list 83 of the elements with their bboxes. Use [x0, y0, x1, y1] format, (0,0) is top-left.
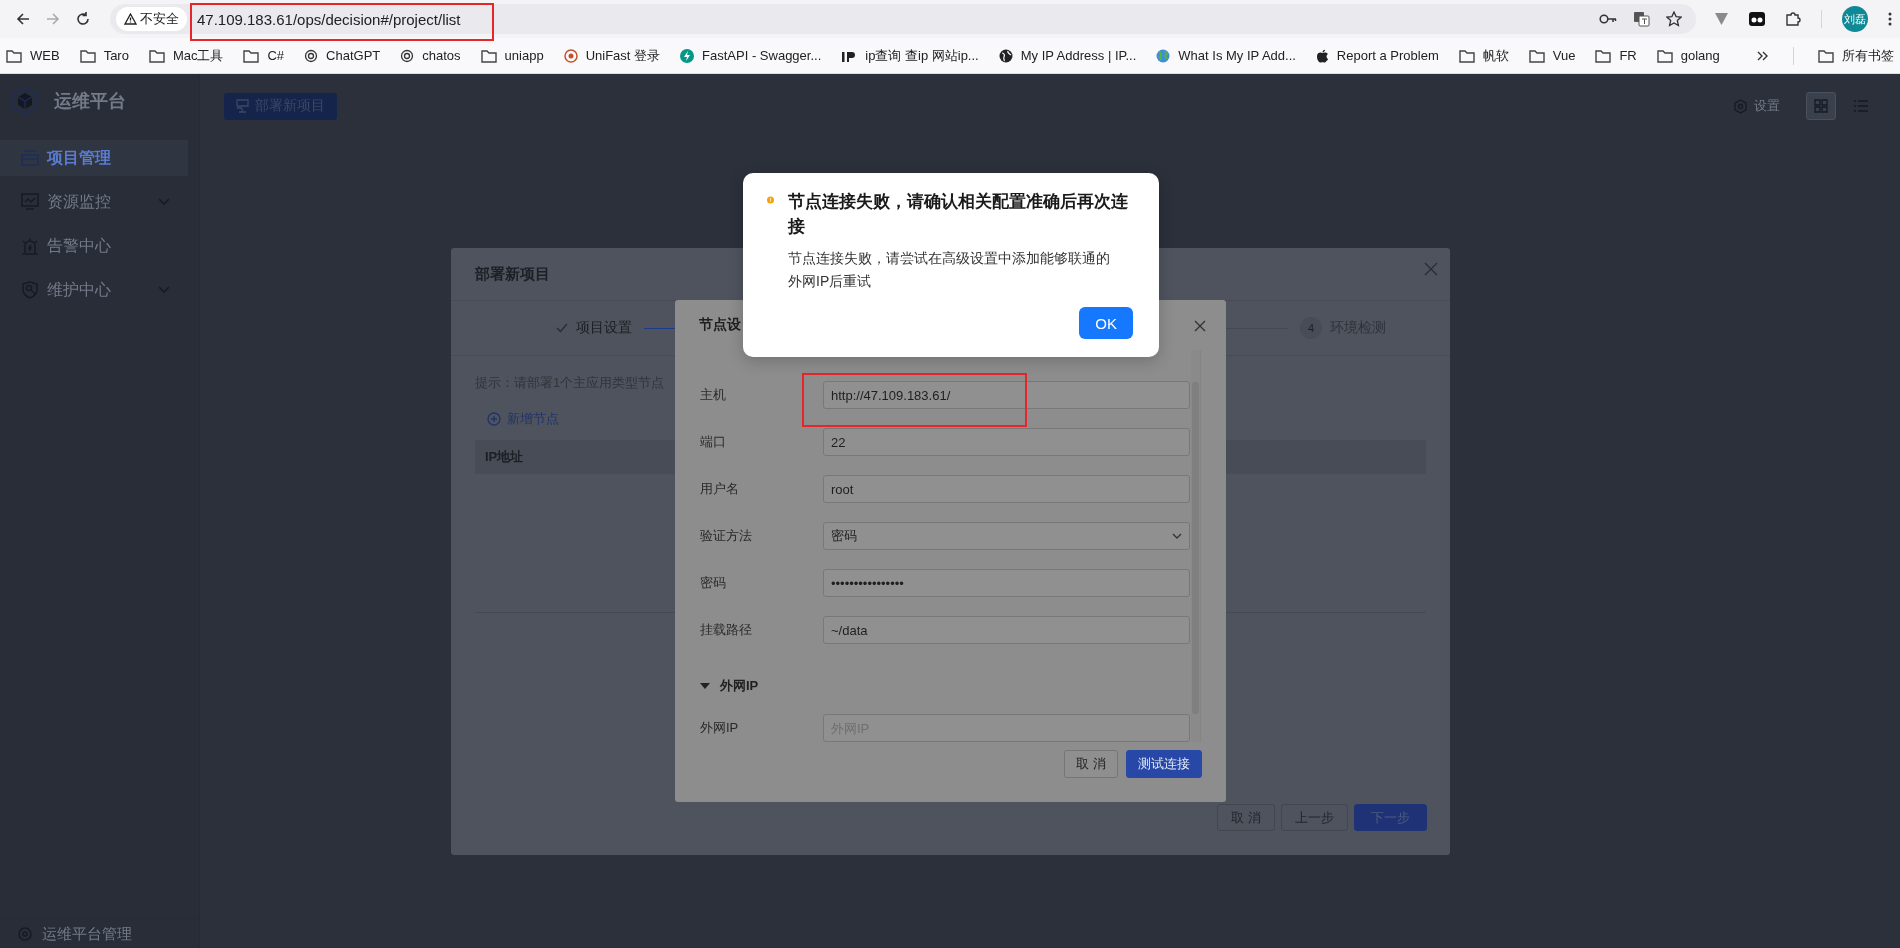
- alert-message: 节点连接失败，请尝试在高级设置中添加能够联通的外网IP后重试: [788, 249, 1111, 291]
- input-field[interactable]: root: [823, 475, 1190, 503]
- address-bar[interactable]: 不安全 47.109.183.61/ops/decision#/project/list: [109, 4, 1696, 34]
- menu-icon[interactable]: [1888, 12, 1892, 26]
- input-field[interactable]: ~/data: [823, 616, 1190, 644]
- field-label: 挂载路径: [700, 621, 753, 639]
- password-field[interactable]: ••••••••••••••••: [823, 569, 1190, 597]
- settings-icon: [1733, 98, 1748, 114]
- url-text: 47.109.183.61/ops/decision#/project/list: [196, 10, 461, 28]
- cancel-button[interactable]: 取 消: [1064, 750, 1118, 778]
- folder-icon: [148, 48, 165, 63]
- warning-icon: [123, 13, 137, 25]
- folder-icon: [79, 48, 96, 63]
- profile-avatar[interactable]: 刘磊: [1842, 6, 1868, 32]
- bookmark[interactable]: Taro: [79, 48, 129, 63]
- check-icon: [556, 323, 568, 333]
- bookmark[interactable]: golang: [1656, 48, 1720, 63]
- bookmark[interactable]: What Is My IP Add...: [1156, 48, 1296, 63]
- puzzle-icon[interactable]: [1785, 11, 1801, 27]
- bookmark[interactable]: ip查询 查ip 网站ip...: [841, 46, 979, 65]
- field-label: 验证方法: [700, 527, 753, 545]
- reload-icon[interactable]: [75, 12, 90, 26]
- key-icon[interactable]: [1599, 14, 1617, 24]
- field-label: 外网IP: [700, 719, 740, 737]
- dialog-title: 节点设: [699, 316, 741, 334]
- globe-icon: [1156, 48, 1171, 63]
- bookmark[interactable]: Mac工具: [148, 46, 224, 65]
- test-connection-button[interactable]: 测试连接: [1126, 750, 1202, 778]
- bookmark[interactable]: WEB: [6, 48, 60, 63]
- brand-name: 运维平台: [54, 90, 126, 113]
- extension-icon[interactable]: [1749, 12, 1765, 26]
- apple-icon: [1315, 48, 1329, 63]
- grid-icon: [1814, 99, 1828, 113]
- plus-circle-icon: [487, 412, 501, 426]
- field-label: 端口: [700, 433, 727, 451]
- chevron-logo-icon[interactable]: [1714, 12, 1729, 26]
- more-chevron-icon[interactable]: [1757, 50, 1769, 61]
- dialog-title: 部署新项目: [475, 264, 550, 284]
- field-label: 密码: [700, 574, 727, 592]
- bookmark[interactable]: 所有书签: [1818, 46, 1894, 65]
- logo-icon: [563, 48, 578, 63]
- field-label: 用户名: [700, 480, 740, 498]
- folder-icon: [1595, 48, 1612, 63]
- bookmark[interactable]: C#: [243, 48, 285, 63]
- ok-button[interactable]: OK: [1079, 307, 1133, 339]
- bookmark[interactable]: 帆软: [1458, 46, 1509, 65]
- section-toggle[interactable]: 外网IP: [700, 677, 1191, 695]
- close-icon[interactable]: [1194, 320, 1206, 332]
- input-field[interactable]: http://47.109.183.61/: [823, 381, 1190, 409]
- back-icon[interactable]: [16, 12, 30, 26]
- folder-icon: [1818, 48, 1834, 63]
- knot-icon: [400, 48, 415, 63]
- wrench-shield-icon: [21, 281, 39, 299]
- security-chip[interactable]: 不安全: [115, 7, 187, 31]
- translate-icon[interactable]: [1633, 11, 1650, 27]
- bookmark[interactable]: My IP Address | IP...: [998, 48, 1137, 63]
- bolt-icon: [680, 48, 695, 63]
- select-field[interactable]: 密码: [823, 522, 1190, 550]
- cube-logo-icon: [12, 87, 38, 115]
- bookmark[interactable]: UniFast 登录: [563, 46, 661, 65]
- view-toggle[interactable]: [1806, 92, 1836, 120]
- folder-icon: [1528, 48, 1545, 63]
- folder-icon: [243, 48, 260, 63]
- star-icon[interactable]: [1666, 11, 1682, 27]
- chevron-down-icon: [1172, 533, 1182, 539]
- folder-icon: [480, 48, 497, 63]
- folder-icon: [1458, 48, 1475, 63]
- bookmark[interactable]: ChatGPT: [304, 48, 381, 63]
- server-icon: [236, 99, 249, 113]
- bookmark[interactable]: FR: [1595, 48, 1637, 63]
- bookmark[interactable]: Vue: [1528, 48, 1576, 63]
- input-field[interactable]: 22: [823, 428, 1190, 456]
- bookmark[interactable]: Report a Problem: [1315, 48, 1439, 63]
- knot-icon: [304, 48, 319, 63]
- folder-icon: [1656, 48, 1673, 63]
- bookmark[interactable]: chatos: [400, 48, 461, 63]
- alert-title: 节点连接失败，请确认相关配置准确后再次连接: [788, 191, 1129, 238]
- globe-icon: [998, 48, 1013, 63]
- bookmark[interactable]: FastAPI - Swagger...: [680, 48, 822, 63]
- bookmark[interactable]: uniapp: [480, 48, 544, 63]
- folder-icon: [6, 48, 22, 63]
- field-label: 主机: [700, 386, 727, 404]
- triangle-down-icon: [700, 681, 710, 691]
